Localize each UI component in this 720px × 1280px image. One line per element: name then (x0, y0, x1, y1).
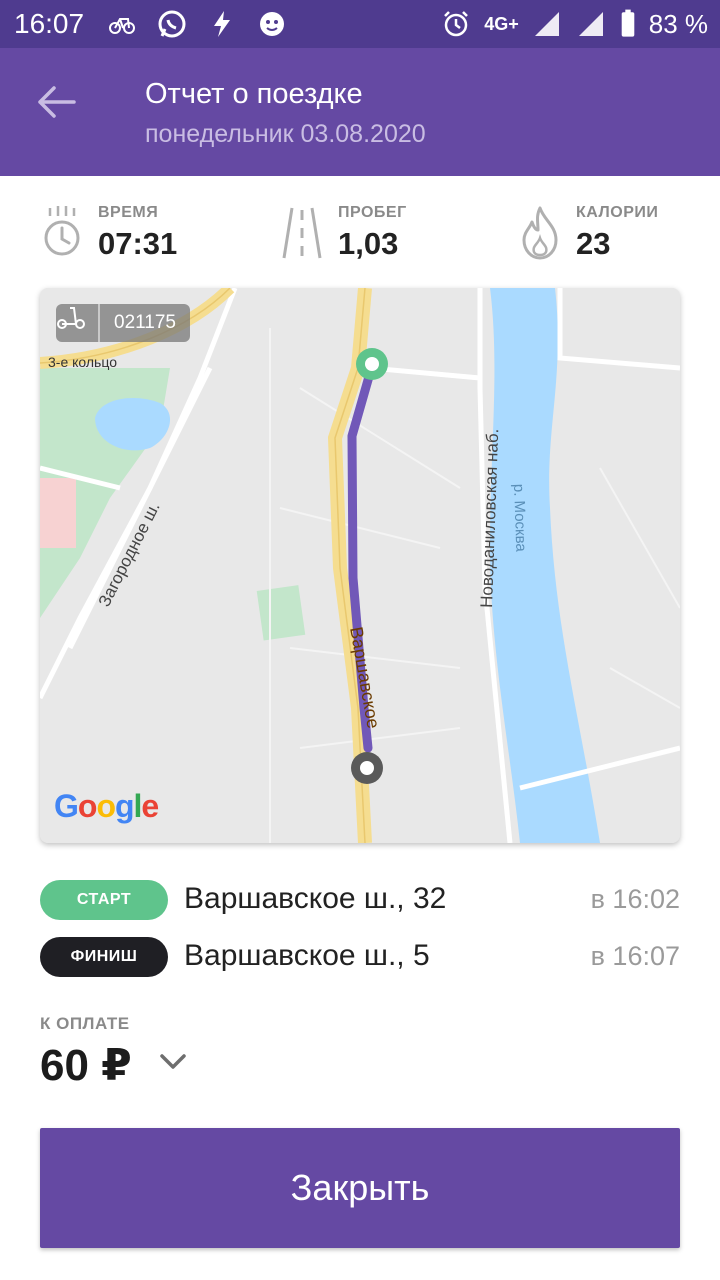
arrow-left-icon (38, 86, 76, 118)
signal-icon (534, 12, 559, 36)
signal-icon (578, 12, 603, 36)
whatsapp-icon (158, 10, 186, 38)
stat-calories: КАЛОРИИ 23 (518, 198, 698, 268)
google-logo: Google (54, 788, 159, 824)
route-map[interactable]: 3-е кольцо Загородное ш. Новоданиловская… (40, 288, 680, 843)
stat-distance: ПРОБЕГ 1,03 (280, 198, 460, 268)
battery-percent: 83 % (648, 8, 708, 39)
stat-time: ВРЕМЯ 07:31 (40, 198, 220, 268)
road-icon (282, 207, 322, 259)
status-time: 16:07 (14, 8, 85, 39)
start-marker (356, 348, 388, 380)
page-title: Отчет о поездке (145, 78, 363, 110)
app-bar: Отчет о поездке понедельник 03.08.2020 (0, 48, 720, 176)
network-type: 4G+ (484, 13, 519, 34)
start-address: Варшавское ш., 32 (184, 882, 447, 915)
battery-icon (621, 9, 635, 37)
status-bar: 16:07 4G+ 83 % (0, 0, 720, 48)
page-subtitle: понедельник 03.08.2020 (145, 120, 426, 148)
bolt-icon (214, 11, 230, 37)
shield-icon (260, 12, 284, 36)
scooter-badge: 021175 (56, 304, 190, 342)
status-icons-left (106, 8, 288, 40)
finish-tag: ФИНИШ (40, 937, 168, 977)
payment-label: К ОПЛАТЕ (40, 1014, 130, 1033)
flame-icon (522, 206, 558, 260)
stat-time-value: 07:31 (98, 226, 178, 261)
stat-distance-value: 1,03 (338, 226, 399, 261)
finish-address: Варшавское ш., 5 (184, 939, 430, 972)
alarm-icon (444, 11, 469, 37)
back-button[interactable] (28, 74, 84, 130)
bike-icon (109, 18, 135, 34)
status-icons-right: 4G+ 83 % (440, 8, 708, 40)
route-finish-row: ФИНИШ Варшавское ш., 5 в 16:07 (40, 937, 680, 979)
payment-amount: 60 ₽ (40, 1041, 132, 1090)
stat-calories-value: 23 (576, 226, 611, 261)
start-tag: СТАРТ (40, 880, 168, 920)
stat-time-label: ВРЕМЯ (98, 204, 159, 221)
scooter-icon (56, 304, 100, 342)
start-time: в 16:02 (590, 884, 680, 914)
finish-marker (351, 752, 383, 784)
chevron-down-icon[interactable] (156, 1048, 190, 1076)
route-start-row: СТАРТ Варшавское ш., 32 в 16:02 (40, 880, 680, 922)
trip-stats: ВРЕМЯ 07:31 ПРОБЕГ 1,03 КАЛОРИИ 23 (0, 198, 720, 268)
stopwatch-icon (44, 206, 80, 256)
stat-calories-label: КАЛОРИИ (576, 204, 659, 221)
finish-time: в 16:07 (590, 941, 680, 971)
stat-distance-label: ПРОБЕГ (338, 204, 407, 221)
scooter-id: 021175 (114, 312, 176, 333)
river-label: р. Москва (510, 484, 529, 553)
close-button[interactable]: Закрыть (40, 1128, 680, 1248)
ring-road-label: 3-е кольцо (48, 354, 117, 370)
map-canvas: 3-е кольцо Загородное ш. Новоданиловская… (40, 288, 680, 843)
